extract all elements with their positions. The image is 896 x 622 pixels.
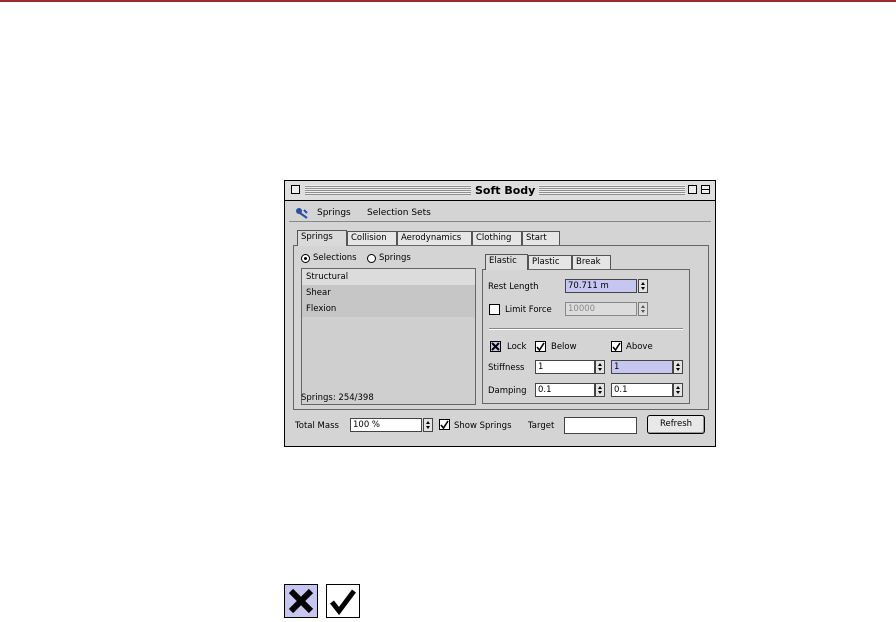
large-check-checkbox-icon [326,584,360,618]
check-icon [612,342,621,351]
springs-app-icon [296,208,308,219]
subtab-plastic[interactable]: Plastic [528,255,572,270]
show-springs-checkbox[interactable] [439,419,450,430]
large-x-checkbox-icon [284,584,318,618]
subtab-elastic[interactable]: Elastic [485,254,528,270]
menu-springs[interactable]: Springs [317,208,351,218]
below-checkbox[interactable] [535,341,546,352]
damping-below-stepper[interactable] [595,383,605,397]
above-label: Above [626,342,653,352]
rest-length-stepper[interactable] [638,279,648,293]
damping-above-stepper[interactable] [673,383,683,397]
limit-force-stepper[interactable] [638,302,648,316]
stiffness-above-field[interactable]: 1 [611,360,673,374]
menu-selection-sets[interactable]: Selection Sets [367,208,431,218]
springs-radio[interactable] [367,254,376,263]
collapse-box-icon[interactable] [701,185,710,194]
elastic-separator [489,328,683,330]
title-bar[interactable]: Soft Body [285,181,715,201]
stiffness-above-stepper[interactable] [673,360,683,374]
total-mass-field[interactable]: 100 % [350,418,422,432]
tab-start[interactable]: Start [522,231,560,246]
below-label: Below [551,342,577,352]
limit-force-checkbox[interactable] [489,304,500,315]
soft-body-window: Soft Body Springs Selection Sets Springs… [284,180,716,447]
rest-length-label: Rest Length [488,282,539,292]
tab-collision[interactable]: Collision [347,231,397,246]
subtab-break[interactable]: Break [572,255,611,270]
springs-count: Springs: 254/398 [301,393,374,403]
check-icon [536,342,545,351]
list-item-shear[interactable]: Shear [302,285,475,301]
menu-divider [289,221,711,222]
close-box-icon[interactable] [291,185,300,194]
check-icon [440,420,449,429]
tab-clothing[interactable]: Clothing [472,231,522,246]
rest-length-field[interactable]: 70.711 m [565,279,637,293]
spring-selection-list[interactable]: Structural Shear Flexion [301,268,476,405]
selections-radio-label: Selections [313,253,357,263]
total-mass-label: Total Mass [295,421,339,431]
selections-radio[interactable] [301,254,310,263]
lock-label: Lock [507,342,527,352]
total-mass-stepper[interactable] [423,418,433,432]
springs-radio-label: Springs [379,253,411,263]
x-mark-icon [491,342,500,351]
stiffness-below-field[interactable]: 1 [535,360,595,374]
lock-checkbox[interactable] [490,341,501,352]
list-item-structural[interactable]: Structural [302,269,475,285]
window-title: Soft Body [471,184,540,197]
damping-below-field[interactable]: 0.1 [535,383,595,397]
refresh-button[interactable]: Refresh [647,415,705,434]
show-springs-label: Show Springs [454,421,512,431]
limit-force-label: Limit Force [505,305,552,315]
target-label: Target [528,421,555,431]
stiffness-label: Stiffness [488,363,525,373]
limit-force-field[interactable]: 10000 [565,302,637,316]
zoom-box-icon[interactable] [688,185,697,194]
above-checkbox[interactable] [611,341,622,352]
damping-label: Damping [488,386,527,396]
menu-bar: Springs Selection Sets [289,205,711,221]
stiffness-below-stepper[interactable] [595,360,605,374]
top-rule [0,0,896,2]
damping-above-field[interactable]: 0.1 [611,383,673,397]
list-item-flexion[interactable]: Flexion [302,301,475,317]
tab-springs[interactable]: Springs [297,230,347,246]
tab-aerodynamics[interactable]: Aerodynamics [397,231,472,246]
target-field[interactable] [564,417,637,434]
